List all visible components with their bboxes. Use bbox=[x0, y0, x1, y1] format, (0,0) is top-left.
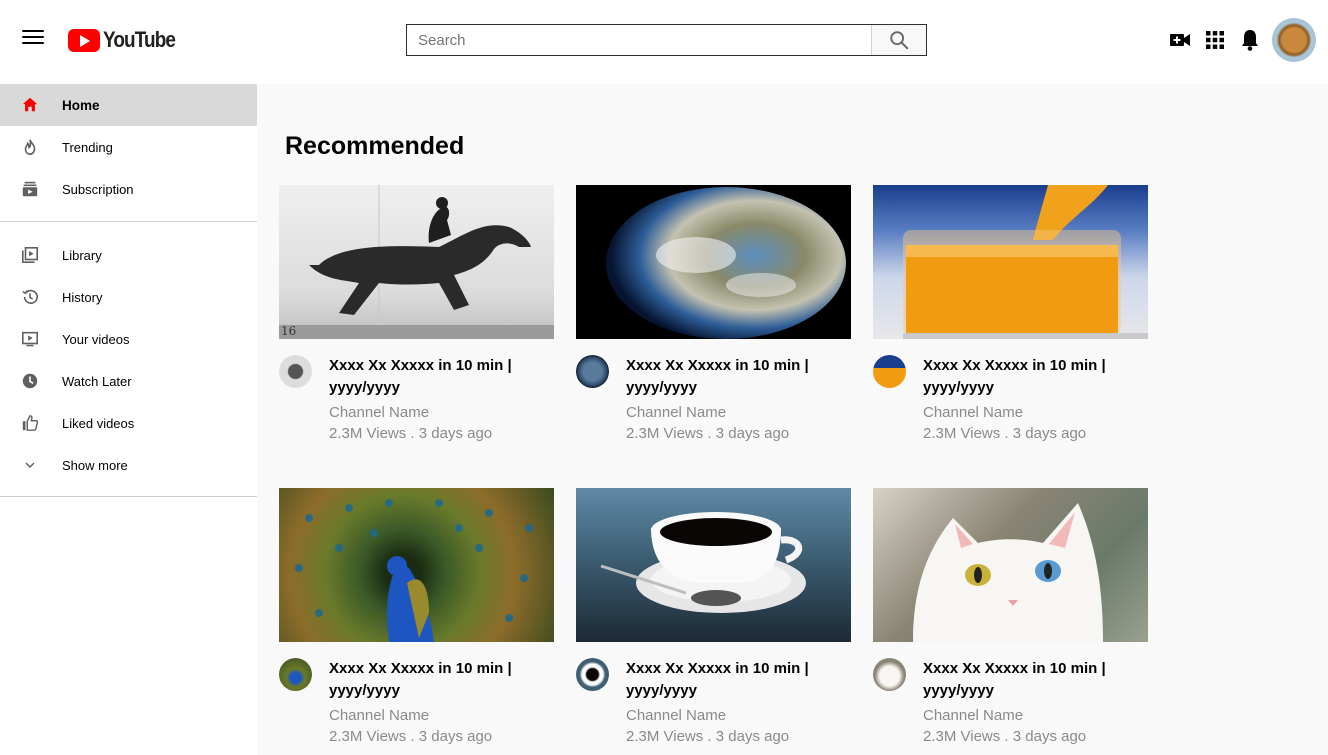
sidebar-item-label: History bbox=[62, 289, 103, 305]
video-title[interactable]: Xxxx Xx Xxxxx in 10 min | yyyy/yyyy bbox=[923, 658, 1143, 702]
search-bar bbox=[406, 24, 927, 56]
channel-avatar[interactable] bbox=[279, 355, 312, 388]
clock-icon bbox=[20, 371, 40, 391]
sidebar-item-label: Library bbox=[62, 247, 102, 263]
video-thumbnail[interactable] bbox=[576, 488, 851, 642]
video-stats: 2.3M Views . 3 days ago bbox=[923, 728, 1087, 745]
video-title[interactable]: Xxxx Xx Xxxxx in 10 min | yyyy/yyyy bbox=[626, 658, 846, 702]
sidebar-item-label: Subscription bbox=[62, 181, 134, 197]
channel-avatar[interactable] bbox=[576, 658, 609, 691]
search-button[interactable] bbox=[871, 25, 926, 55]
video-stats: 2.3M Views . 3 days ago bbox=[329, 728, 493, 745]
video-stats: 2.3M Views . 3 days ago bbox=[329, 425, 493, 442]
video-thumbnail[interactable] bbox=[576, 185, 851, 339]
sidebar-item-library[interactable]: Library bbox=[0, 234, 257, 276]
apps-grid-icon[interactable] bbox=[1203, 28, 1227, 52]
channel-avatar[interactable] bbox=[279, 658, 312, 691]
channel-avatar[interactable] bbox=[873, 355, 906, 388]
video-card: Xxxx Xx Xxxxx in 10 min | yyyy/yyyy Chan… bbox=[873, 185, 1148, 442]
channel-name[interactable]: Channel Name bbox=[923, 707, 1023, 724]
sidebar-item-your-videos[interactable]: Your videos bbox=[0, 318, 257, 360]
home-icon bbox=[20, 95, 40, 115]
history-icon bbox=[20, 287, 40, 307]
sidebar-item-subscription[interactable]: Subscription bbox=[0, 168, 257, 210]
sidebar-item-label: Liked videos bbox=[62, 415, 135, 431]
search-icon bbox=[890, 31, 909, 50]
subscriptions-icon bbox=[20, 179, 40, 199]
create-video-icon[interactable] bbox=[1168, 28, 1192, 52]
channel-avatar[interactable] bbox=[873, 658, 906, 691]
channel-name[interactable]: Channel Name bbox=[329, 404, 429, 421]
sidebar-item-label: Your videos bbox=[62, 331, 130, 347]
sidebar-item-home[interactable]: Home bbox=[0, 84, 257, 126]
video-meta: Xxxx Xx Xxxxx in 10 min | yyyy/yyyy Chan… bbox=[873, 642, 1148, 745]
sidebar-item-history[interactable]: History bbox=[0, 276, 257, 318]
your-videos-icon bbox=[20, 329, 40, 349]
video-title[interactable]: Xxxx Xx Xxxxx in 10 min | yyyy/yyyy bbox=[626, 355, 846, 399]
chevron-down-icon bbox=[20, 455, 40, 475]
channel-name[interactable]: Channel Name bbox=[923, 404, 1023, 421]
video-card: Xxxx Xx Xxxxx in 10 min | yyyy/yyyy Chan… bbox=[279, 488, 554, 745]
youtube-logo[interactable]: YouTube bbox=[68, 27, 187, 53]
sidebar-item-label: Trending bbox=[62, 139, 113, 155]
channel-name[interactable]: Channel Name bbox=[329, 707, 429, 724]
top-bar: YouTube bbox=[0, 0, 1328, 84]
video-stats: 2.3M Views . 3 days ago bbox=[626, 425, 790, 442]
sidebar: Home Trending Subscription Library Histo… bbox=[0, 84, 257, 755]
video-title[interactable]: Xxxx Xx Xxxxx in 10 min | yyyy/yyyy bbox=[329, 355, 549, 399]
sidebar-item-watch-later[interactable]: Watch Later bbox=[0, 360, 257, 402]
play-logo-icon bbox=[68, 28, 100, 52]
logo-text: YouTube bbox=[103, 27, 176, 52]
video-meta: Xxxx Xx Xxxxx in 10 min | yyyy/yyyy Chan… bbox=[279, 642, 554, 745]
video-meta: Xxxx Xx Xxxxx in 10 min | yyyy/yyyy Chan… bbox=[279, 339, 554, 442]
video-title[interactable]: Xxxx Xx Xxxxx in 10 min | yyyy/yyyy bbox=[923, 355, 1143, 399]
channel-name[interactable]: Channel Name bbox=[626, 404, 726, 421]
sidebar-item-trending[interactable]: Trending bbox=[0, 126, 257, 168]
svg-text:16: 16 bbox=[281, 324, 296, 338]
video-stats: 2.3M Views . 3 days ago bbox=[626, 728, 790, 745]
video-meta: Xxxx Xx Xxxxx in 10 min | yyyy/yyyy Chan… bbox=[576, 642, 851, 745]
library-icon bbox=[20, 245, 40, 265]
sidebar-item-label: Watch Later bbox=[62, 373, 132, 389]
video-card: 16 Xxxx Xx Xxxxx in 10 min | yyyy/yyyy C… bbox=[279, 185, 554, 442]
video-card: Xxxx Xx Xxxxx in 10 min | yyyy/yyyy Chan… bbox=[576, 185, 851, 442]
fire-icon bbox=[20, 137, 40, 157]
sidebar-divider bbox=[0, 221, 257, 222]
video-stats: 2.3M Views . 3 days ago bbox=[923, 425, 1087, 442]
video-card: Xxxx Xx Xxxxx in 10 min | yyyy/yyyy Chan… bbox=[576, 488, 851, 745]
video-meta: Xxxx Xx Xxxxx in 10 min | yyyy/yyyy Chan… bbox=[576, 339, 851, 442]
notifications-bell-icon[interactable] bbox=[1238, 28, 1262, 52]
hamburger-menu-icon[interactable] bbox=[22, 30, 44, 48]
video-thumbnail[interactable]: 16 bbox=[279, 185, 554, 339]
sidebar-item-liked-videos[interactable]: Liked videos bbox=[0, 402, 257, 444]
sidebar-divider bbox=[0, 496, 257, 497]
video-card: Xxxx Xx Xxxxx in 10 min | yyyy/yyyy Chan… bbox=[873, 488, 1148, 745]
video-thumbnail[interactable] bbox=[873, 488, 1148, 642]
video-thumbnail[interactable] bbox=[279, 488, 554, 642]
user-avatar[interactable] bbox=[1272, 18, 1316, 62]
search-input[interactable] bbox=[407, 25, 871, 55]
channel-avatar[interactable] bbox=[576, 355, 609, 388]
sidebar-item-label: Show more bbox=[62, 457, 128, 473]
video-meta: Xxxx Xx Xxxxx in 10 min | yyyy/yyyy Chan… bbox=[873, 339, 1148, 442]
video-title[interactable]: Xxxx Xx Xxxxx in 10 min | yyyy/yyyy bbox=[329, 658, 549, 702]
thumbs-up-icon bbox=[20, 413, 40, 433]
channel-name[interactable]: Channel Name bbox=[626, 707, 726, 724]
section-title: Recommended bbox=[285, 132, 465, 160]
sidebar-item-show-more[interactable]: Show more bbox=[0, 444, 257, 486]
video-thumbnail[interactable] bbox=[873, 185, 1148, 339]
sidebar-item-label: Home bbox=[62, 97, 100, 113]
